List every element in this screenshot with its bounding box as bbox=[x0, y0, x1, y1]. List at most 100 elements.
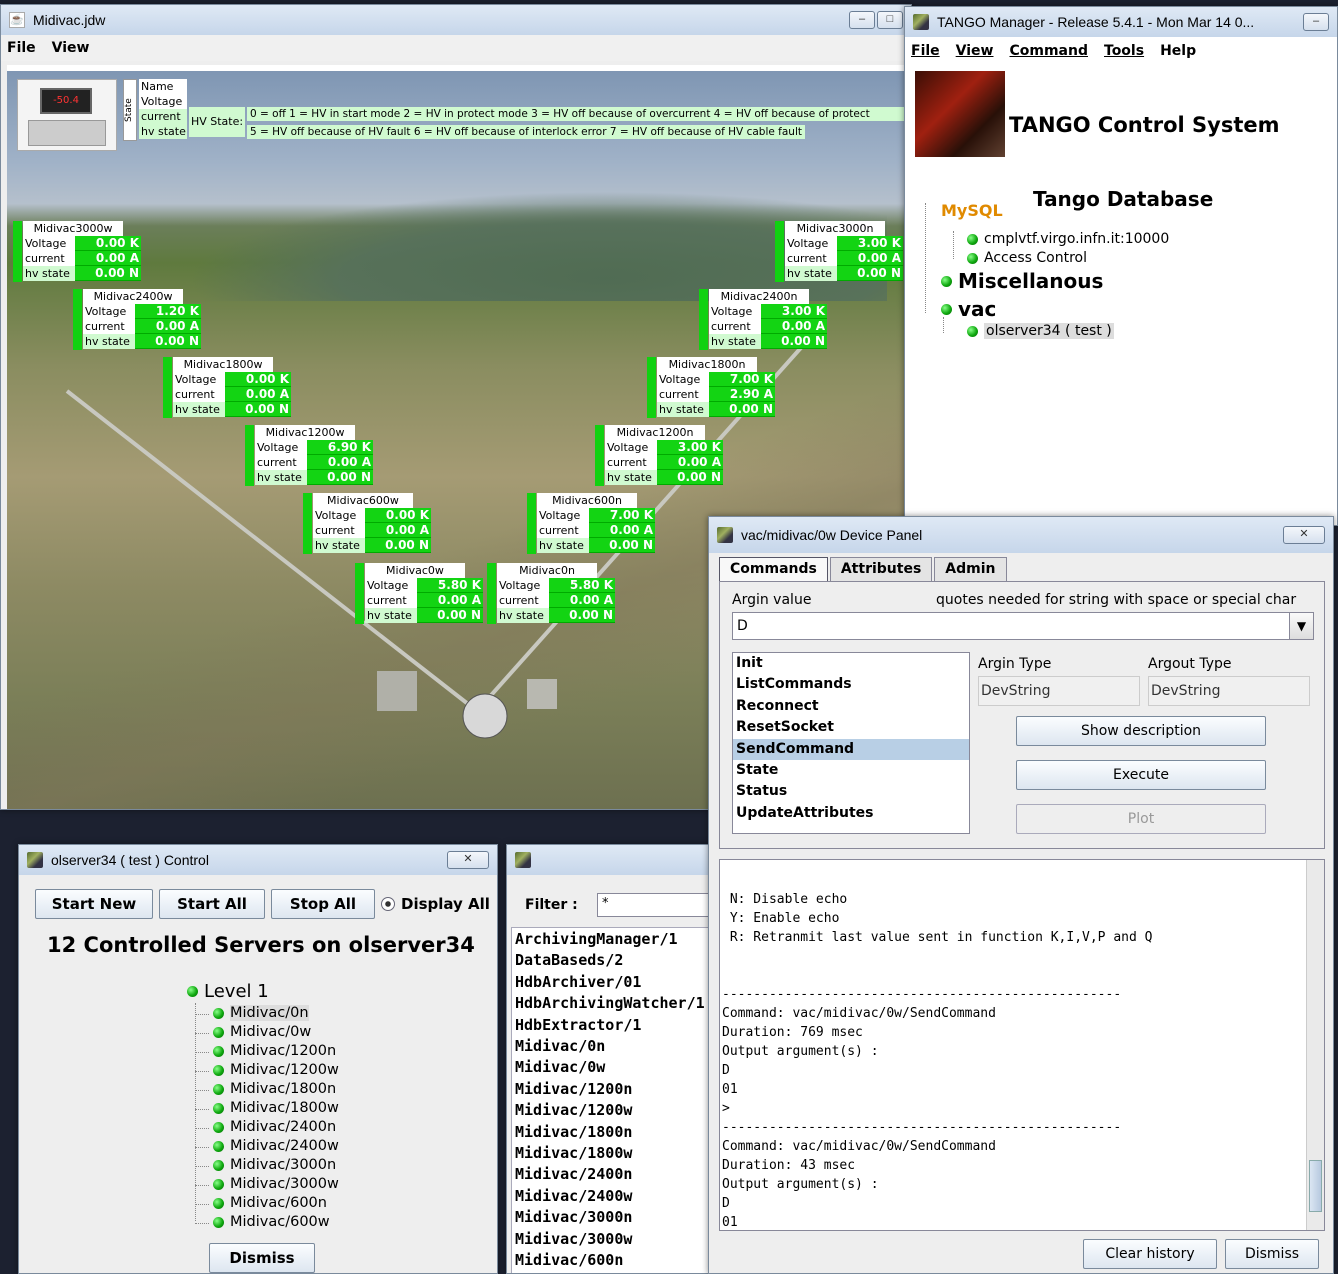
server-list-item[interactable]: Midivac/3000w bbox=[515, 1229, 705, 1250]
tree-access-control[interactable]: Access Control bbox=[967, 250, 1087, 266]
start-new-button[interactable]: Start New bbox=[35, 889, 153, 919]
filter-input[interactable]: * bbox=[597, 893, 709, 917]
argin-value-label: Argin value bbox=[732, 592, 812, 608]
controlled-server-item[interactable]: Midivac/0w bbox=[195, 1024, 311, 1040]
station-midivac2400n[interactable]: Midivac2400n Voltage 3.00 K current 0.00 A… bbox=[699, 289, 827, 350]
menu-command[interactable]: Command bbox=[1009, 43, 1088, 59]
server-list-item[interactable]: DataBaseds/2 bbox=[515, 950, 705, 971]
server-list-item[interactable]: Midivac/1200w bbox=[515, 1100, 705, 1121]
station-state-indicator bbox=[73, 289, 82, 350]
server-list-item[interactable]: Midivac/1800w bbox=[515, 1143, 705, 1164]
device-dismiss-button[interactable]: Dismiss bbox=[1225, 1239, 1319, 1269]
controlled-server-item[interactable]: Midivac/2400w bbox=[195, 1138, 339, 1154]
station-midivac1800w[interactable]: Midivac1800w Voltage 0.00 K current 0.00 A… bbox=[163, 357, 291, 418]
close-button[interactable]: ✕ bbox=[1283, 526, 1325, 544]
command-item[interactable]: ListCommands bbox=[733, 674, 969, 695]
command-item[interactable]: Init bbox=[733, 653, 969, 674]
controlled-server-item[interactable]: Midivac/3000w bbox=[195, 1176, 339, 1192]
tree-tango-database[interactable]: Tango Database bbox=[1033, 187, 1213, 211]
midivac-titlebar[interactable]: ☕ Midivac.jdw – □ bbox=[1, 5, 911, 35]
tree-db-host[interactable]: cmplvtf.virgo.infn.it:10000 bbox=[967, 231, 1169, 247]
show-description-button[interactable]: Show description bbox=[1016, 716, 1266, 746]
tree-level-1[interactable]: Level 1 bbox=[187, 981, 269, 1002]
server-list-item[interactable]: Midivac/600n bbox=[515, 1250, 705, 1271]
tree-server-olserver34[interactable]: olserver34 ( test ) bbox=[967, 323, 1114, 339]
controlled-server-item[interactable]: Midivac/1800n bbox=[195, 1081, 336, 1097]
command-item[interactable]: Status bbox=[733, 781, 969, 802]
execute-button[interactable]: Execute bbox=[1016, 760, 1266, 790]
tab-commands[interactable]: Commands bbox=[719, 557, 828, 581]
filter-label: Filter : bbox=[525, 897, 578, 913]
menu-view[interactable]: View bbox=[52, 40, 90, 56]
menu-help[interactable]: Help bbox=[1160, 43, 1196, 59]
menu-file[interactable]: File bbox=[7, 40, 36, 56]
server-list-item[interactable]: Midivac/2400n bbox=[515, 1164, 705, 1185]
device-panel-titlebar[interactable]: vac/midivac/0w Device Panel ✕ bbox=[709, 517, 1333, 553]
control-titlebar[interactable]: olserver34 ( test ) Control ✕ bbox=[19, 845, 497, 875]
command-item[interactable]: SendCommand bbox=[733, 738, 969, 760]
display-all-radio[interactable]: Display All bbox=[381, 895, 490, 913]
menu-view[interactable]: View bbox=[956, 43, 994, 59]
server-list-item[interactable]: HdbArchiver/01 bbox=[515, 972, 705, 993]
tab-admin[interactable]: Admin bbox=[934, 557, 1007, 581]
server-list-item[interactable]: HdbExtractor/1 bbox=[515, 1015, 705, 1036]
controlled-server-item[interactable]: Midivac/1200n bbox=[195, 1043, 336, 1059]
maximize-button[interactable]: □ bbox=[877, 11, 903, 29]
hv-state-value: 0.00 N bbox=[657, 470, 723, 485]
server-list-item[interactable]: ArchivingManager/1 bbox=[515, 929, 705, 950]
command-item[interactable]: ResetSocket bbox=[733, 717, 969, 738]
argin-value-combo[interactable]: D ▼ bbox=[732, 612, 1314, 640]
station-midivac1200n[interactable]: Midivac1200n Voltage 3.00 K current 0.00 A… bbox=[595, 425, 723, 486]
server-list-item[interactable]: Midivac/0n bbox=[515, 1036, 705, 1057]
close-button[interactable]: ✕ bbox=[447, 851, 489, 869]
controlled-server-item[interactable]: Midivac/3000n bbox=[195, 1157, 336, 1173]
station-midivac3000n[interactable]: Midivac3000n Voltage 3.00 K current 0.00 A… bbox=[775, 221, 903, 282]
server-list-item[interactable]: Midivac/0w bbox=[515, 1057, 705, 1078]
clear-history-button[interactable]: Clear history bbox=[1083, 1239, 1217, 1269]
command-item[interactable]: UpdateAttributes bbox=[733, 803, 969, 824]
server-list-item[interactable]: HdbArchivingWatcher/1 bbox=[515, 993, 705, 1014]
plot-button[interactable]: Plot bbox=[1016, 804, 1266, 834]
command-item[interactable]: State bbox=[733, 760, 969, 781]
current-value: 0.00 A bbox=[761, 319, 827, 334]
tree-miscellanous[interactable]: Miscellanous bbox=[941, 269, 1103, 293]
command-item[interactable]: Reconnect bbox=[733, 696, 969, 717]
station-midivac2400w[interactable]: Midivac2400w Voltage 1.20 K current 0.00 A… bbox=[73, 289, 201, 350]
station-midivac1200w[interactable]: Midivac1200w Voltage 6.90 K current 0.00 A… bbox=[245, 425, 373, 486]
station-midivac0w[interactable]: Midivac0w Voltage 5.80 K current 0.00 A hv… bbox=[355, 563, 483, 624]
server-list-item[interactable]: Midivac/1800n bbox=[515, 1122, 705, 1143]
console-scrollbar[interactable] bbox=[1306, 860, 1324, 1230]
start-all-button[interactable]: Start All bbox=[159, 889, 265, 919]
station-midivac600w[interactable]: Midivac600w Voltage 0.00 K current 0.00 A … bbox=[303, 493, 431, 554]
control-dismiss-button[interactable]: Dismiss bbox=[209, 1243, 315, 1273]
station-state-indicator bbox=[13, 221, 22, 282]
controlled-server-item[interactable]: Midivac/1200w bbox=[195, 1062, 339, 1078]
controlled-server-item[interactable]: Midivac/600w bbox=[195, 1214, 330, 1230]
controlled-server-item[interactable]: Midivac/1800w bbox=[195, 1100, 339, 1116]
server-list-item[interactable]: Midivac/2400w bbox=[515, 1186, 705, 1207]
tango-titlebar[interactable]: TANGO Manager - Release 5.4.1 - Mon Mar … bbox=[905, 7, 1337, 37]
stop-all-button[interactable]: Stop All bbox=[271, 889, 375, 919]
station-midivac1800n[interactable]: Midivac1800n Voltage 7.00 K current 2.90 A… bbox=[647, 357, 775, 418]
controlled-server-item[interactable]: Midivac/2400n bbox=[195, 1119, 336, 1135]
menu-tools[interactable]: Tools bbox=[1104, 43, 1144, 59]
controlled-server-item[interactable]: Midivac/0n bbox=[195, 1005, 309, 1021]
command-output-console[interactable]: N: Disable echo Y: Enable echo R: Retran… bbox=[719, 859, 1325, 1231]
console-line: Duration: 769 msec bbox=[722, 1025, 863, 1040]
minimize-button[interactable]: – bbox=[849, 11, 875, 29]
station-midivac0n[interactable]: Midivac0n Voltage 5.80 K current 0.00 A hv… bbox=[487, 563, 615, 624]
menu-file[interactable]: File bbox=[911, 43, 940, 59]
server-list-item[interactable]: Midivac/1200n bbox=[515, 1079, 705, 1100]
station-midivac3000w[interactable]: Midivac3000w Voltage 0.00 K current 0.00 A… bbox=[13, 221, 141, 282]
minimize-button[interactable]: – bbox=[1303, 13, 1329, 31]
tango-logo-icon bbox=[27, 852, 43, 868]
dropdown-arrow-icon[interactable]: ▼ bbox=[1289, 613, 1313, 639]
tab-attributes[interactable]: Attributes bbox=[829, 557, 933, 581]
station-midivac600n[interactable]: Midivac600n Voltage 7.00 K current 0.00 A … bbox=[527, 493, 655, 554]
controlled-server-item[interactable]: Midivac/600n bbox=[195, 1195, 327, 1211]
server-list-item[interactable]: Midivac/3000n bbox=[515, 1207, 705, 1228]
tree-vac[interactable]: vac bbox=[941, 297, 996, 321]
server-list-titlebar[interactable] bbox=[507, 845, 709, 875]
scrollbar-thumb[interactable] bbox=[1309, 1160, 1322, 1212]
